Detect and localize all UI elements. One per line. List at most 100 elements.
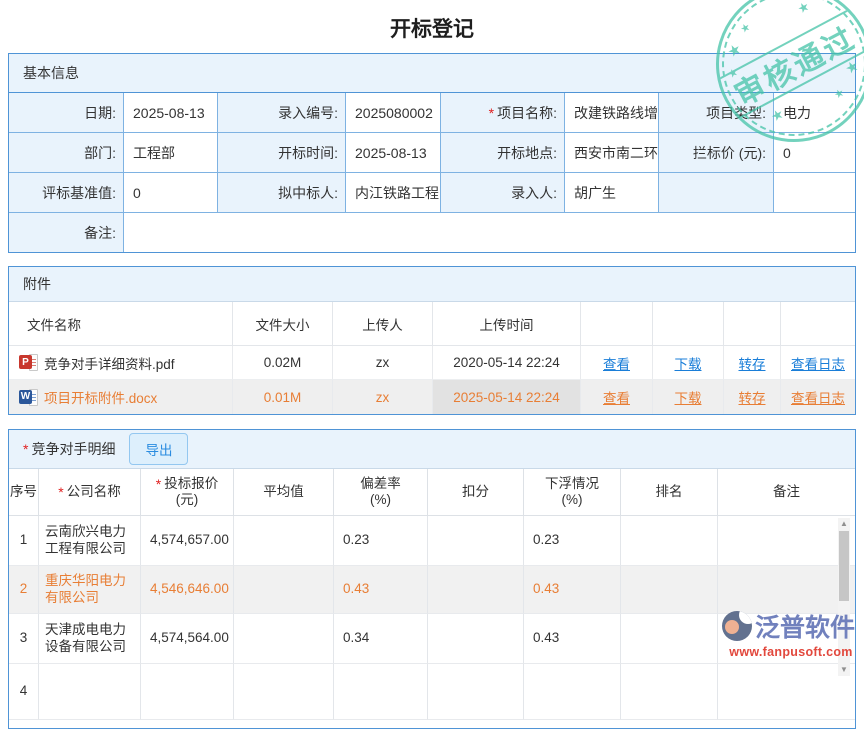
col-upload-time: 上传时间 [433, 302, 581, 346]
required-marker: * [489, 105, 494, 121]
rank [621, 566, 718, 614]
open-time-value: 2025-08-13 [346, 133, 441, 173]
bid-price [141, 664, 234, 720]
view-link[interactable]: 查看 [603, 353, 630, 373]
note [718, 516, 855, 566]
note [718, 566, 855, 614]
col-deviation-rate: 偏差率(%) [334, 469, 428, 516]
export-button[interactable]: 导出 [129, 433, 188, 465]
col-file-name: 文件名称 [9, 302, 233, 346]
rank [621, 664, 718, 720]
scroll-down-icon[interactable]: ▼ [838, 664, 850, 676]
file-upload-time: 2020-05-14 22:24 [433, 346, 581, 380]
downfloat: 0.43 [524, 566, 621, 614]
entry-no-label: 录入编号: [218, 93, 346, 133]
remark-label: 备注: [9, 213, 124, 252]
project-name-label: *项目名称: [441, 93, 565, 133]
file-name-link[interactable]: 项目开标附件.docx [44, 387, 157, 407]
attachment-row-highlighted[interactable]: W 项目开标附件.docx 0.01M zx 2025-05-14 22:24 … [9, 380, 855, 414]
department-label: 部门: [9, 133, 124, 173]
col-empty [781, 302, 855, 346]
col-empty [581, 302, 653, 346]
deviation-rate: 0.43 [334, 566, 428, 614]
average-value [234, 664, 334, 720]
company-name: 天津成电电力设备有限公司 [39, 614, 141, 664]
basic-info-section: 基本信息 日期: 2025-08-13 录入编号: 2025080002 *项目… [8, 53, 856, 253]
note [718, 614, 855, 664]
file-size: 0.02M [233, 346, 333, 380]
attachments-table-header: 文件名称 文件大小 上传人 上传时间 [9, 302, 855, 346]
download-link[interactable]: 下载 [675, 387, 702, 407]
deviation-rate [334, 664, 428, 720]
transfer-link[interactable]: 转存 [739, 353, 766, 373]
date-label: 日期: [9, 93, 124, 133]
company-name: 重庆华阳电力有限公司 [39, 566, 141, 614]
project-type-label: 项目类型: [659, 93, 774, 133]
basic-info-row-1: 日期: 2025-08-13 录入编号: 2025080002 *项目名称: 改… [9, 93, 855, 133]
col-file-size: 文件大小 [233, 302, 333, 346]
view-log-link[interactable]: 查看日志 [791, 387, 845, 407]
benchmark-value: 0 [124, 173, 218, 213]
rank [621, 614, 718, 664]
competitors-section: * 竞争对手明细 导出 序号 *公司名称 *投标报价(元) 平均值 偏差率(%)… [8, 429, 856, 729]
required-marker: * [156, 476, 161, 493]
col-uploader: 上传人 [333, 302, 433, 346]
file-name-link[interactable]: 竞争对手详细资料.pdf [44, 353, 175, 373]
view-log-link[interactable]: 查看日志 [791, 353, 845, 373]
required-marker: * [23, 441, 28, 457]
col-serial-no: 序号 [9, 469, 39, 516]
benchmark-label: 评标基准值: [9, 173, 124, 213]
bid-price: 4,574,657.00 [141, 516, 234, 566]
deviation-rate: 0.34 [334, 614, 428, 664]
competitors-title: 竞争对手明细 [31, 439, 115, 459]
attachments-title: 附件 [23, 274, 51, 294]
file-upload-time: 2025-05-14 22:24 [433, 380, 581, 414]
date-value: 2025-08-13 [124, 93, 218, 133]
deduction [428, 664, 524, 720]
remark-value [124, 213, 855, 252]
file-uploader: zx [333, 380, 433, 414]
scroll-up-icon[interactable]: ▲ [838, 518, 850, 530]
recorder-label: 录入人: [441, 173, 565, 213]
view-link[interactable]: 查看 [603, 387, 630, 407]
page-title: 开标登记 [0, 0, 864, 41]
attachments-header: 附件 [9, 267, 855, 302]
col-note: 备注 [718, 469, 855, 516]
required-marker: * [58, 484, 63, 501]
word-file-icon: W [19, 389, 38, 406]
vertical-scrollbar[interactable]: ▲ ▼ [838, 518, 850, 676]
company-name: 云南欣兴电力工程有限公司 [39, 516, 141, 566]
downfloat [524, 664, 621, 720]
col-empty [724, 302, 781, 346]
attachment-row[interactable]: P 竞争对手详细资料.pdf 0.02M zx 2020-05-14 22:24… [9, 346, 855, 380]
proposed-winner-value: 内江铁路工程 [346, 173, 441, 213]
recorder-value: 胡广生 [565, 173, 659, 213]
basic-info-header: 基本信息 [9, 54, 855, 93]
competitor-row[interactable]: 3 天津成电电力设备有限公司 4,574,564.00 0.34 0.43 [9, 614, 855, 664]
open-place-label: 开标地点: [441, 133, 565, 173]
competitor-row-highlighted[interactable]: 2 重庆华阳电力有限公司 4,546,646.00 0.43 0.43 [9, 566, 855, 614]
bid-price: 4,574,564.00 [141, 614, 234, 664]
basic-info-row-3: 评标基准值: 0 拟中标人: 内江铁路工程 录入人: 胡广生 [9, 173, 855, 213]
serial-no: 1 [9, 516, 39, 566]
empty-label [659, 173, 774, 213]
average-value [234, 516, 334, 566]
download-link[interactable]: 下载 [675, 353, 702, 373]
deduction [428, 516, 524, 566]
ceiling-price-value: 0 [774, 133, 855, 173]
col-downfloat: 下浮情况(%) [524, 469, 621, 516]
col-bid-price: *投标报价(元) [141, 469, 234, 516]
competitor-row[interactable]: 4 [9, 664, 855, 720]
transfer-link[interactable]: 转存 [739, 387, 766, 407]
serial-no: 4 [9, 664, 39, 720]
col-empty [653, 302, 724, 346]
entry-no-value: 2025080002 [346, 93, 441, 133]
note [718, 664, 855, 720]
col-company: *公司名称 [39, 469, 141, 516]
project-type-value: 电力 [774, 93, 855, 133]
average-value [234, 614, 334, 664]
empty-value [774, 173, 855, 213]
scrollbar-thumb[interactable] [839, 531, 849, 601]
competitor-row[interactable]: 1 云南欣兴电力工程有限公司 4,574,657.00 0.23 0.23 [9, 516, 855, 566]
open-time-label: 开标时间: [218, 133, 346, 173]
